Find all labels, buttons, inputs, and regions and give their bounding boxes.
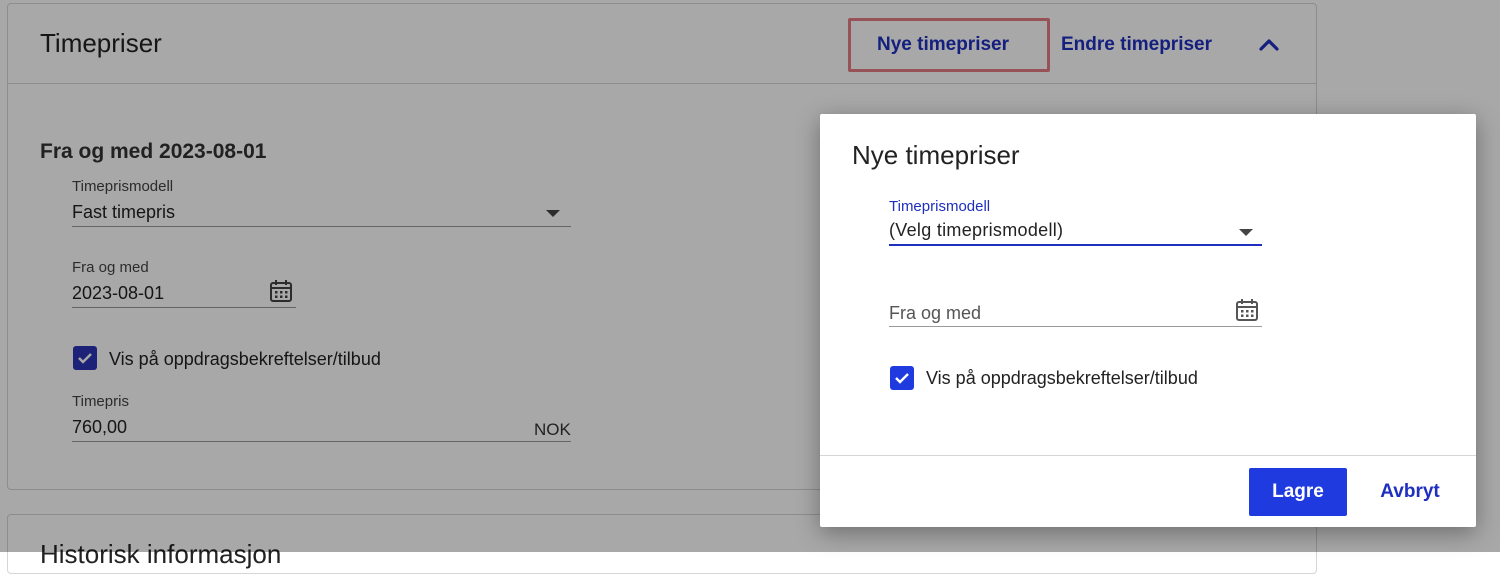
calendar-icon[interactable] (1234, 297, 1260, 323)
caret-down-icon[interactable] (1239, 229, 1253, 236)
dialog-title: Nye timepriser (852, 140, 1020, 170)
dialog-model-label: Timeprismodell (889, 198, 991, 215)
dialog-checkbox-label: Vis på oppdragsbekreftelser/tilbud (926, 368, 1198, 388)
new-rates-dialog: Nye timepriser Timeprismodell (Velg time… (820, 114, 1476, 527)
page: Timepriser Nye timepriser Endre timepris… (0, 0, 1500, 574)
checkmark-icon (895, 373, 909, 384)
dialog-model-select[interactable]: (Velg timeprismodell) (889, 220, 1063, 241)
dialog-model-underline (889, 244, 1262, 246)
dialog-date-input[interactable]: Fra og med (889, 303, 981, 324)
dialog-date-underline (889, 326, 1262, 327)
cancel-button[interactable]: Avbryt (1365, 468, 1455, 516)
save-button[interactable]: Lagre (1249, 468, 1347, 516)
dialog-show-on-confirmations-checkbox[interactable] (890, 366, 914, 390)
dialog-footer-divider (820, 455, 1476, 456)
